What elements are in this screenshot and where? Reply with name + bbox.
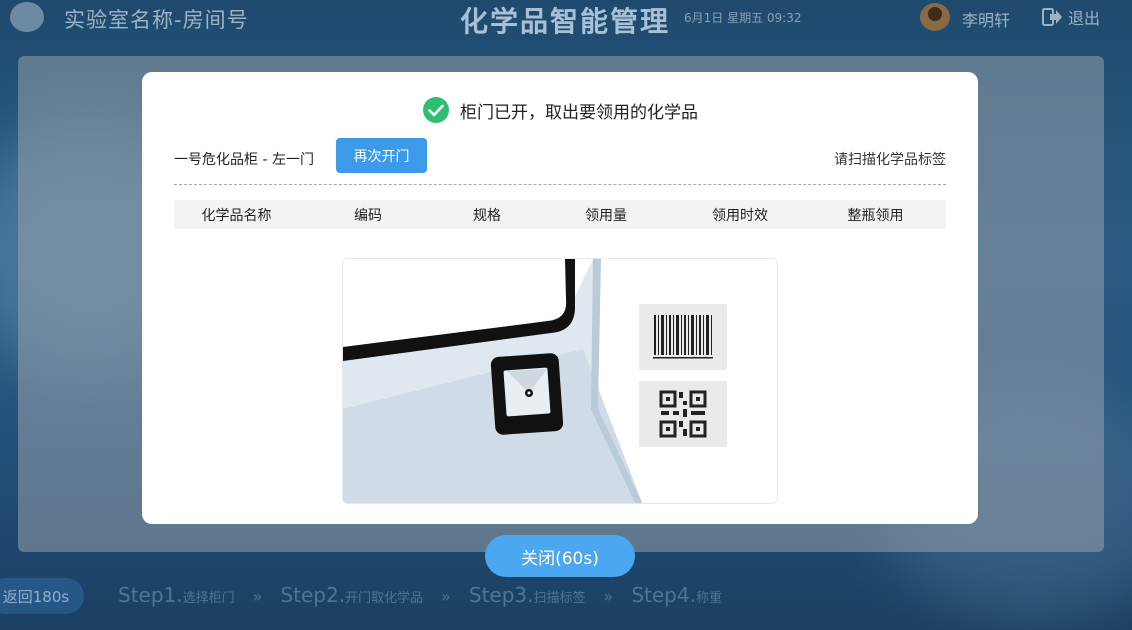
column-code: 编码 (354, 207, 382, 224)
logout-label: 退出 (1068, 9, 1101, 28)
table-header: 化学品名称 编码 规格 领用量 领用时效 整瓶领用 (174, 200, 946, 229)
logout-button[interactable]: 退出 (1042, 5, 1100, 29)
dialog-title: 柜门已开，取出要领用的化学品 (142, 96, 978, 124)
column-whole-bottle: 整瓶领用 (847, 207, 904, 224)
cabinet-door-label: 一号危化品柜 - 左一门 (174, 152, 314, 168)
scan-hint: 请扫描化学品标签 (834, 152, 946, 168)
logout-icon (1042, 8, 1062, 26)
step-3: Step3.扫描标签 (468, 583, 586, 607)
check-circle-icon (423, 97, 449, 123)
step-progress: Step1.选择柜门 » Step2.开门取化学品 » Step3.扫描标签 »… (118, 583, 722, 607)
barcode-card (639, 304, 727, 370)
step-separator: » (603, 587, 614, 606)
lab-name: 实验室名称-房间号 (64, 8, 249, 32)
step-2: Step2.开门取化学品 (280, 583, 424, 607)
datetime: 6月1日 星期五 09:32 (684, 11, 802, 25)
step-4: Step4.称重 (631, 583, 722, 607)
app-header: 实验室名称-房间号 化学品智能管理 6月1日 星期五 09:32 李明轩 退出 (0, 0, 1132, 38)
step-separator: » (441, 587, 451, 606)
column-chemical-name: 化学品名称 (201, 207, 272, 224)
qr-code-icon (659, 390, 707, 438)
step-separator: » (252, 587, 263, 606)
qr-code-card (639, 381, 727, 447)
dialog-title-text: 柜门已开，取出要领用的化学品 (460, 102, 698, 123)
close-button[interactable]: 关闭(60s) (485, 535, 635, 577)
reopen-door-button[interactable]: 再次开门 (336, 138, 427, 173)
back-button[interactable]: 返回180s (0, 578, 84, 614)
open-door-dialog: 柜门已开，取出要领用的化学品 一号危化品柜 - 左一门 再次开门 请扫描化学品标… (142, 72, 978, 524)
avatar[interactable] (920, 3, 950, 31)
scan-illustration (342, 258, 778, 504)
column-quantity: 领用量 (585, 207, 627, 224)
column-duration: 领用时效 (712, 207, 768, 224)
logo-icon (10, 2, 44, 32)
column-spec: 规格 (473, 207, 501, 224)
barcode-icon (653, 315, 713, 359)
divider (174, 184, 946, 185)
user-name[interactable]: 李明轩 (962, 7, 1010, 31)
app-title: 化学品智能管理 (460, 5, 671, 38)
step-1: Step1.选择柜门 (118, 583, 235, 607)
